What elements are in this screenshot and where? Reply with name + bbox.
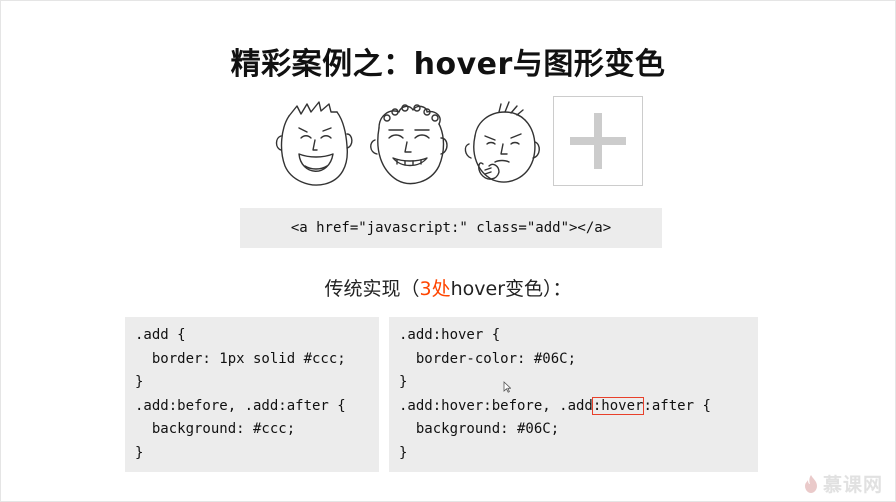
add-button[interactable]: [553, 96, 643, 186]
code-line: }: [399, 444, 408, 461]
code-line: }: [135, 374, 144, 390]
code-line-with-box: .add:hover:before, .add:hover:after {: [399, 395, 758, 419]
subtitle: 传统实现（3处hover变色）：: [1, 274, 895, 301]
code-block-left: .add { border: 1px solid #ccc; } .add:be…: [125, 317, 379, 472]
code-line: .add {: [135, 327, 186, 343]
code-block-right: .add:hover { border-color: #06C; } .add:…: [389, 317, 758, 472]
brand-logo: 慕课网: [803, 470, 883, 497]
code-segment: .add:hover:before, .add: [399, 397, 593, 414]
code-segment: :after {: [643, 397, 711, 414]
html-snippet: <a href="javascript:" class="add"></a>: [240, 208, 662, 248]
brand-logo-text: 慕课网: [822, 474, 883, 496]
mouse-cursor-icon: [503, 381, 511, 393]
code-line: border: 1px solid #ccc;: [135, 350, 346, 367]
subtitle-highlight: 3处: [419, 278, 451, 300]
illustration-row: [261, 96, 651, 196]
code-line: border-color: #06C;: [399, 350, 577, 367]
code-line: }: [135, 444, 144, 461]
subtitle-before: 传统实现（: [324, 278, 420, 300]
highlighted-hover-box: :hover: [591, 396, 645, 415]
smiling-face-icon: [365, 98, 453, 188]
code-line: .add:before, .add:after {: [135, 397, 346, 414]
thinking-face-icon: [459, 98, 547, 188]
code-line: .add:hover {: [399, 327, 501, 343]
slide: 精彩案例之：hover与图形变色 <a href="javascript:" c…: [0, 0, 896, 502]
slide-title: 精彩案例之：hover与图形变色: [230, 47, 666, 82]
laughing-face-icon: [271, 98, 359, 188]
flame-icon: [804, 474, 817, 493]
plus-icon-vertical-bar: [594, 113, 602, 169]
code-line: background: #ccc;: [135, 421, 296, 437]
subtitle-after: hover变色）：: [450, 278, 572, 300]
code-line: background: #06C;: [399, 421, 560, 437]
code-line: }: [399, 374, 408, 390]
